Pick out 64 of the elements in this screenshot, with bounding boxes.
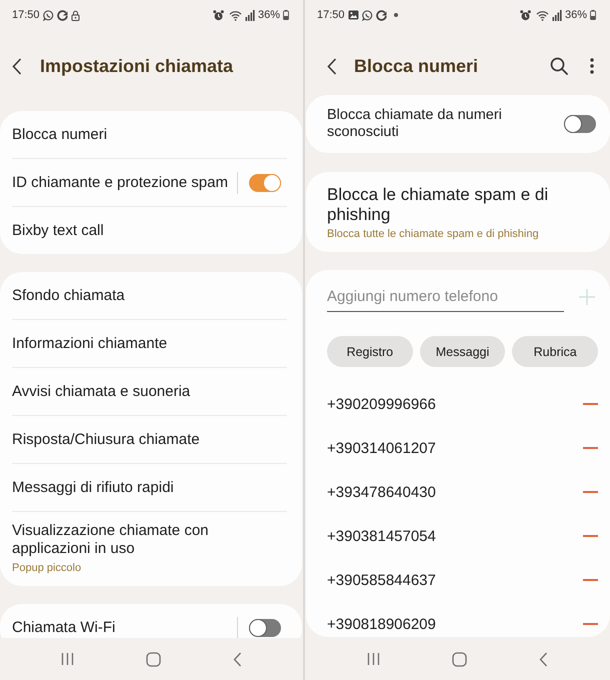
dot-icon (394, 13, 398, 17)
settings-item[interactable]: Visualizzazione chiamate con applicazioni in uso (12, 522, 267, 558)
minus-icon[interactable] (583, 578, 598, 582)
circular-arrow-icon (376, 10, 387, 20)
settings-item[interactable]: Sfondo chiamata (12, 286, 125, 304)
chip-button[interactable]: Rubrica (512, 336, 598, 367)
back-icon[interactable] (327, 58, 337, 74)
alarm-clock-icon (212, 10, 224, 20)
setting-value: Popup piccolo (12, 562, 82, 574)
phone-number: +393478640430 (327, 484, 436, 500)
home-icon[interactable] (452, 652, 467, 666)
setting-description: Blocca tutte le chiamate spam e di phishing (327, 228, 539, 240)
chat-bubble-icon (42, 10, 54, 20)
image-icon (348, 10, 359, 20)
minus-icon[interactable] (583, 534, 598, 538)
setting-label[interactable]: Blocca chiamate da numeri sconosciuti (327, 107, 537, 141)
circular-arrow-icon (56, 10, 68, 20)
minus-icon[interactable] (583, 490, 598, 494)
battery-icon (283, 10, 289, 20)
screen-title: Impostazioni chiamata (40, 56, 234, 76)
phone-number: +390818906209 (327, 616, 436, 632)
minus-icon[interactable] (583, 402, 598, 406)
home-icon[interactable] (146, 652, 161, 666)
phone-number-field[interactable]: Aggiungi numero telefono (327, 281, 564, 312)
settings-item[interactable]: Messaggi di rifiuto rapidi (12, 478, 174, 496)
settings-item[interactable]: Informazioni chiamante (12, 334, 168, 352)
settings-item[interactable]: Chiamata Wi-Fi (12, 618, 116, 636)
phone-number: +390585844637 (327, 572, 436, 588)
settings-item[interactable]: Avvisi chiamata e suoneria (12, 382, 190, 400)
signal-icon (244, 10, 255, 20)
settings-item[interactable]: Blocca numeri (12, 126, 108, 144)
minus-icon[interactable] (583, 446, 598, 450)
alarm-clock-icon (520, 10, 531, 20)
setting-title[interactable]: Blocca le chiamate spam e di phishing (327, 185, 589, 225)
chat-bubble-icon (362, 10, 373, 20)
more-options-icon[interactable] (590, 58, 594, 74)
toggle-switch[interactable] (564, 115, 596, 133)
status-time: 17:50 (317, 9, 345, 21)
back-icon[interactable] (233, 652, 242, 666)
settings-item[interactable]: Bixby text call (12, 222, 104, 240)
minus-icon[interactable] (583, 622, 598, 626)
signal-icon (552, 10, 562, 20)
chip-button[interactable]: Registro (327, 336, 413, 367)
search-icon[interactable] (550, 57, 568, 75)
settings-item[interactable]: ID chiamante e protezione spam (12, 174, 228, 192)
wifi-icon (536, 10, 549, 20)
screen-title: Blocca numeri (354, 56, 478, 76)
phone-number: +390381457054 (327, 528, 436, 544)
wifi-icon (228, 10, 242, 20)
toggle-switch[interactable] (249, 618, 281, 636)
recent-apps-icon[interactable] (61, 652, 74, 666)
recent-apps-icon[interactable] (367, 652, 380, 666)
chip-button[interactable]: Messaggi (420, 336, 506, 367)
status-time: 17:50 (12, 9, 40, 21)
battery-icon (590, 10, 596, 20)
back-icon[interactable] (539, 652, 548, 666)
settings-item[interactable]: Risposta/Chiusura chiamate (12, 430, 200, 448)
lock-icon (70, 10, 80, 20)
back-icon[interactable] (12, 58, 22, 74)
phone-number: +390209996966 (327, 396, 436, 412)
toggle-switch[interactable] (249, 174, 281, 192)
battery-percent: 36% (258, 9, 280, 21)
phone-number: +390314061207 (327, 440, 436, 456)
battery-percent: 36% (564, 9, 587, 21)
